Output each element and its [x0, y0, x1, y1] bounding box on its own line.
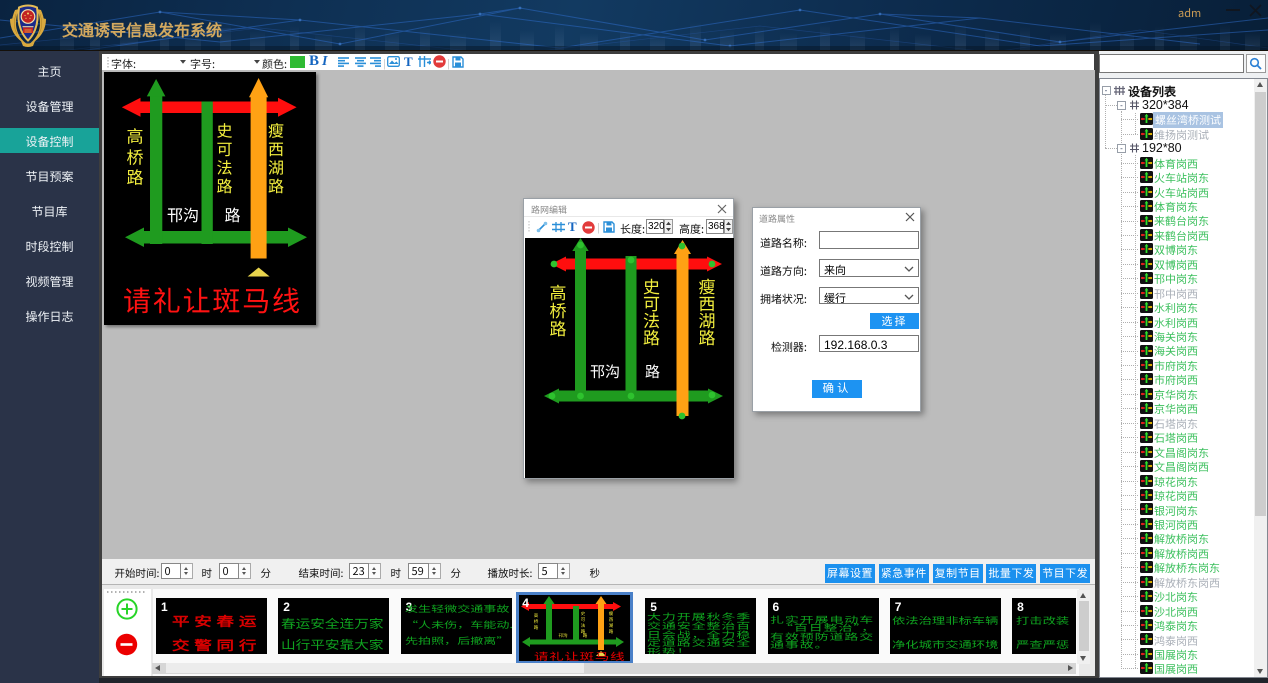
svg-text:路: 路	[645, 361, 660, 382]
svg-text:路: 路	[268, 173, 284, 197]
svg-text:路: 路	[127, 164, 144, 189]
svg-text:路: 路	[699, 324, 716, 349]
svg-text:路: 路	[550, 315, 567, 340]
svg-text:邗沟: 邗沟	[167, 202, 199, 226]
svg-text:邗沟: 邗沟	[590, 361, 620, 382]
svg-text:路: 路	[534, 625, 539, 631]
svg-text:路: 路	[609, 629, 614, 635]
svg-text:邗沟: 邗沟	[559, 633, 568, 639]
svg-text:路: 路	[643, 324, 660, 349]
svg-text:路: 路	[216, 173, 232, 197]
svg-text:请礼让斑马线: 请礼让斑马线	[123, 280, 302, 320]
svg-text:路: 路	[583, 633, 588, 639]
svg-text:路: 路	[224, 202, 240, 226]
